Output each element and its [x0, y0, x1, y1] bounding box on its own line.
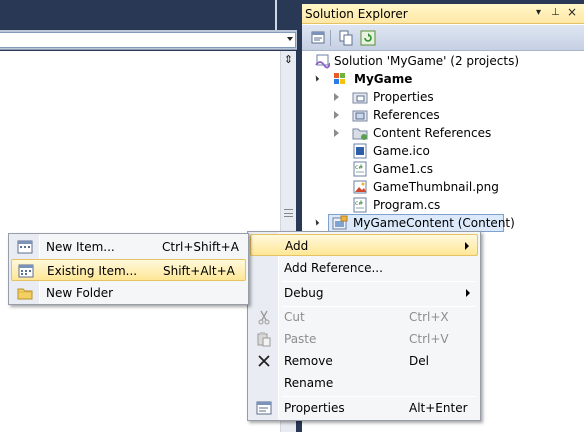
menu-item-label: Rename	[284, 376, 334, 390]
tree-node-label: References	[373, 108, 440, 122]
svg-text:c#: c#	[355, 200, 363, 207]
member-dropdown[interactable]	[0, 32, 296, 48]
content-project-icon	[332, 215, 348, 231]
chevron-down-icon[interactable]	[287, 37, 293, 41]
solution-explorer-toolbar	[302, 25, 584, 51]
menu-item-debug[interactable]: Debug	[250, 282, 478, 304]
tree-node-file[interactable]: c# Game1.cs	[302, 160, 562, 178]
solution-explorer-title-bar: Solution Explorer ▾ ⊥ ×	[302, 4, 584, 24]
menu-item-paste[interactable]: Paste Ctrl+V	[250, 328, 478, 350]
menu-item-properties[interactable]: Properties Alt+Enter	[250, 397, 478, 419]
menu-item-label: New Item...	[46, 240, 115, 254]
new-item-icon	[17, 239, 33, 255]
menu-item-label: Properties	[284, 401, 345, 415]
expand-arrow-icon[interactable]	[334, 129, 339, 137]
tree-node-file[interactable]: c# Program.cs	[302, 196, 562, 214]
submenu-arrow-icon	[465, 242, 469, 250]
delete-x-icon	[256, 353, 272, 369]
menu-item-add[interactable]: Add	[250, 234, 478, 256]
close-icon[interactable]: ×	[567, 5, 577, 19]
pin-icon[interactable]: ⊥	[551, 7, 560, 18]
scissors-icon	[256, 309, 272, 325]
menu-item-label: Add Reference...	[284, 261, 383, 275]
tree-node-project-mygamecontent[interactable]: MyGameContent (Content)	[302, 214, 562, 232]
scrollbar-grip[interactable]	[284, 209, 293, 217]
tab-strip-divider	[275, 0, 277, 30]
menu-item-cut[interactable]: Cut Ctrl+X	[250, 306, 478, 328]
image-file-icon	[352, 179, 368, 195]
tree-node-project-mygame[interactable]: MyGame	[302, 70, 562, 88]
menu-item-shortcut: Shift+Alt+A	[163, 264, 235, 278]
tree-node-label: GameThumbnail.png	[373, 180, 499, 194]
content-references-icon	[352, 125, 368, 141]
toolbar-separator	[330, 30, 331, 46]
split-handle-icon[interactable]: ⇕	[283, 54, 294, 66]
tree-node-label: Program.cs	[373, 198, 441, 212]
folder-icon	[17, 285, 33, 301]
tree-node-properties[interactable]: Properties	[302, 88, 562, 106]
menu-item-shortcut: Ctrl+V	[409, 332, 449, 346]
panel-title: Solution Explorer	[305, 7, 408, 21]
tree-node-solution[interactable]: Solution 'MyGame' (2 projects)	[302, 52, 562, 70]
menu-item-label: Remove	[284, 354, 333, 368]
references-icon	[352, 107, 368, 123]
project-context-menu: Add Add Reference... Debug Cut Ctrl+X Pa…	[247, 231, 481, 421]
document-tab-strip	[0, 0, 297, 30]
tree-node-label: Solution 'MyGame' (2 projects)	[334, 54, 520, 68]
menu-item-new-folder[interactable]: New Folder	[11, 282, 246, 304]
svg-text:c#: c#	[355, 164, 363, 171]
tree-node-label: Properties	[373, 90, 434, 104]
solution-icon	[314, 53, 331, 69]
properties-toolbar-icon[interactable]	[310, 30, 326, 46]
menu-item-label: Existing Item...	[47, 264, 138, 278]
menu-item-label: Cut	[284, 310, 305, 324]
properties-icon	[256, 400, 272, 416]
tree-node-file[interactable]: GameThumbnail.png	[302, 178, 562, 196]
existing-item-icon	[18, 263, 34, 279]
show-all-files-icon[interactable]	[338, 30, 354, 46]
expand-arrow-icon[interactable]	[334, 93, 339, 101]
tree-node-content-references[interactable]: Content References	[302, 124, 562, 142]
properties-folder-icon	[352, 89, 368, 105]
tree-node-label: Content References	[373, 126, 492, 140]
tree-node-label: MyGame	[354, 72, 413, 86]
menu-item-add-reference[interactable]: Add Reference...	[250, 257, 478, 279]
menu-item-shortcut: Ctrl+X	[409, 310, 449, 324]
menu-item-shortcut: Alt+Enter	[409, 401, 468, 415]
refresh-icon[interactable]	[360, 30, 376, 46]
navigation-bar	[0, 30, 297, 50]
submenu-arrow-icon	[466, 289, 470, 297]
expand-arrow-icon[interactable]	[334, 111, 339, 119]
windows-project-icon	[332, 71, 348, 87]
menu-item-shortcut: Ctrl+Shift+A	[162, 240, 239, 254]
tree-node-label: MyGameContent (Content)	[353, 216, 515, 230]
csharp-file-icon: c#	[352, 161, 368, 177]
expand-arrow-icon[interactable]	[312, 219, 320, 226]
tree-node-file[interactable]: Game.ico	[302, 142, 562, 160]
window-position-icon[interactable]: ▾	[536, 7, 541, 18]
menu-item-label: Add	[285, 239, 309, 253]
tree-node-label: Game1.cs	[373, 162, 434, 176]
tree-node-references[interactable]: References	[302, 106, 562, 124]
paste-icon	[256, 331, 272, 347]
add-submenu: New Item... Ctrl+Shift+A Existing Item..…	[8, 233, 249, 305]
expand-arrow-icon[interactable]	[312, 75, 320, 82]
tree-node-label: Game.ico	[373, 144, 430, 158]
menu-item-label: Paste	[284, 332, 317, 346]
menu-item-rename[interactable]: Rename	[250, 372, 478, 394]
menu-item-shortcut: Del	[409, 354, 429, 368]
menu-item-remove[interactable]: Remove Del	[250, 350, 478, 372]
csharp-file-icon: c#	[352, 197, 368, 213]
menu-item-label: Debug	[284, 286, 324, 300]
menu-item-label: New Folder	[46, 286, 114, 300]
menu-item-existing-item[interactable]: Existing Item... Shift+Alt+A	[11, 259, 246, 281]
menu-item-new-item[interactable]: New Item... Ctrl+Shift+A	[11, 236, 246, 258]
icon-file-icon	[352, 143, 368, 159]
